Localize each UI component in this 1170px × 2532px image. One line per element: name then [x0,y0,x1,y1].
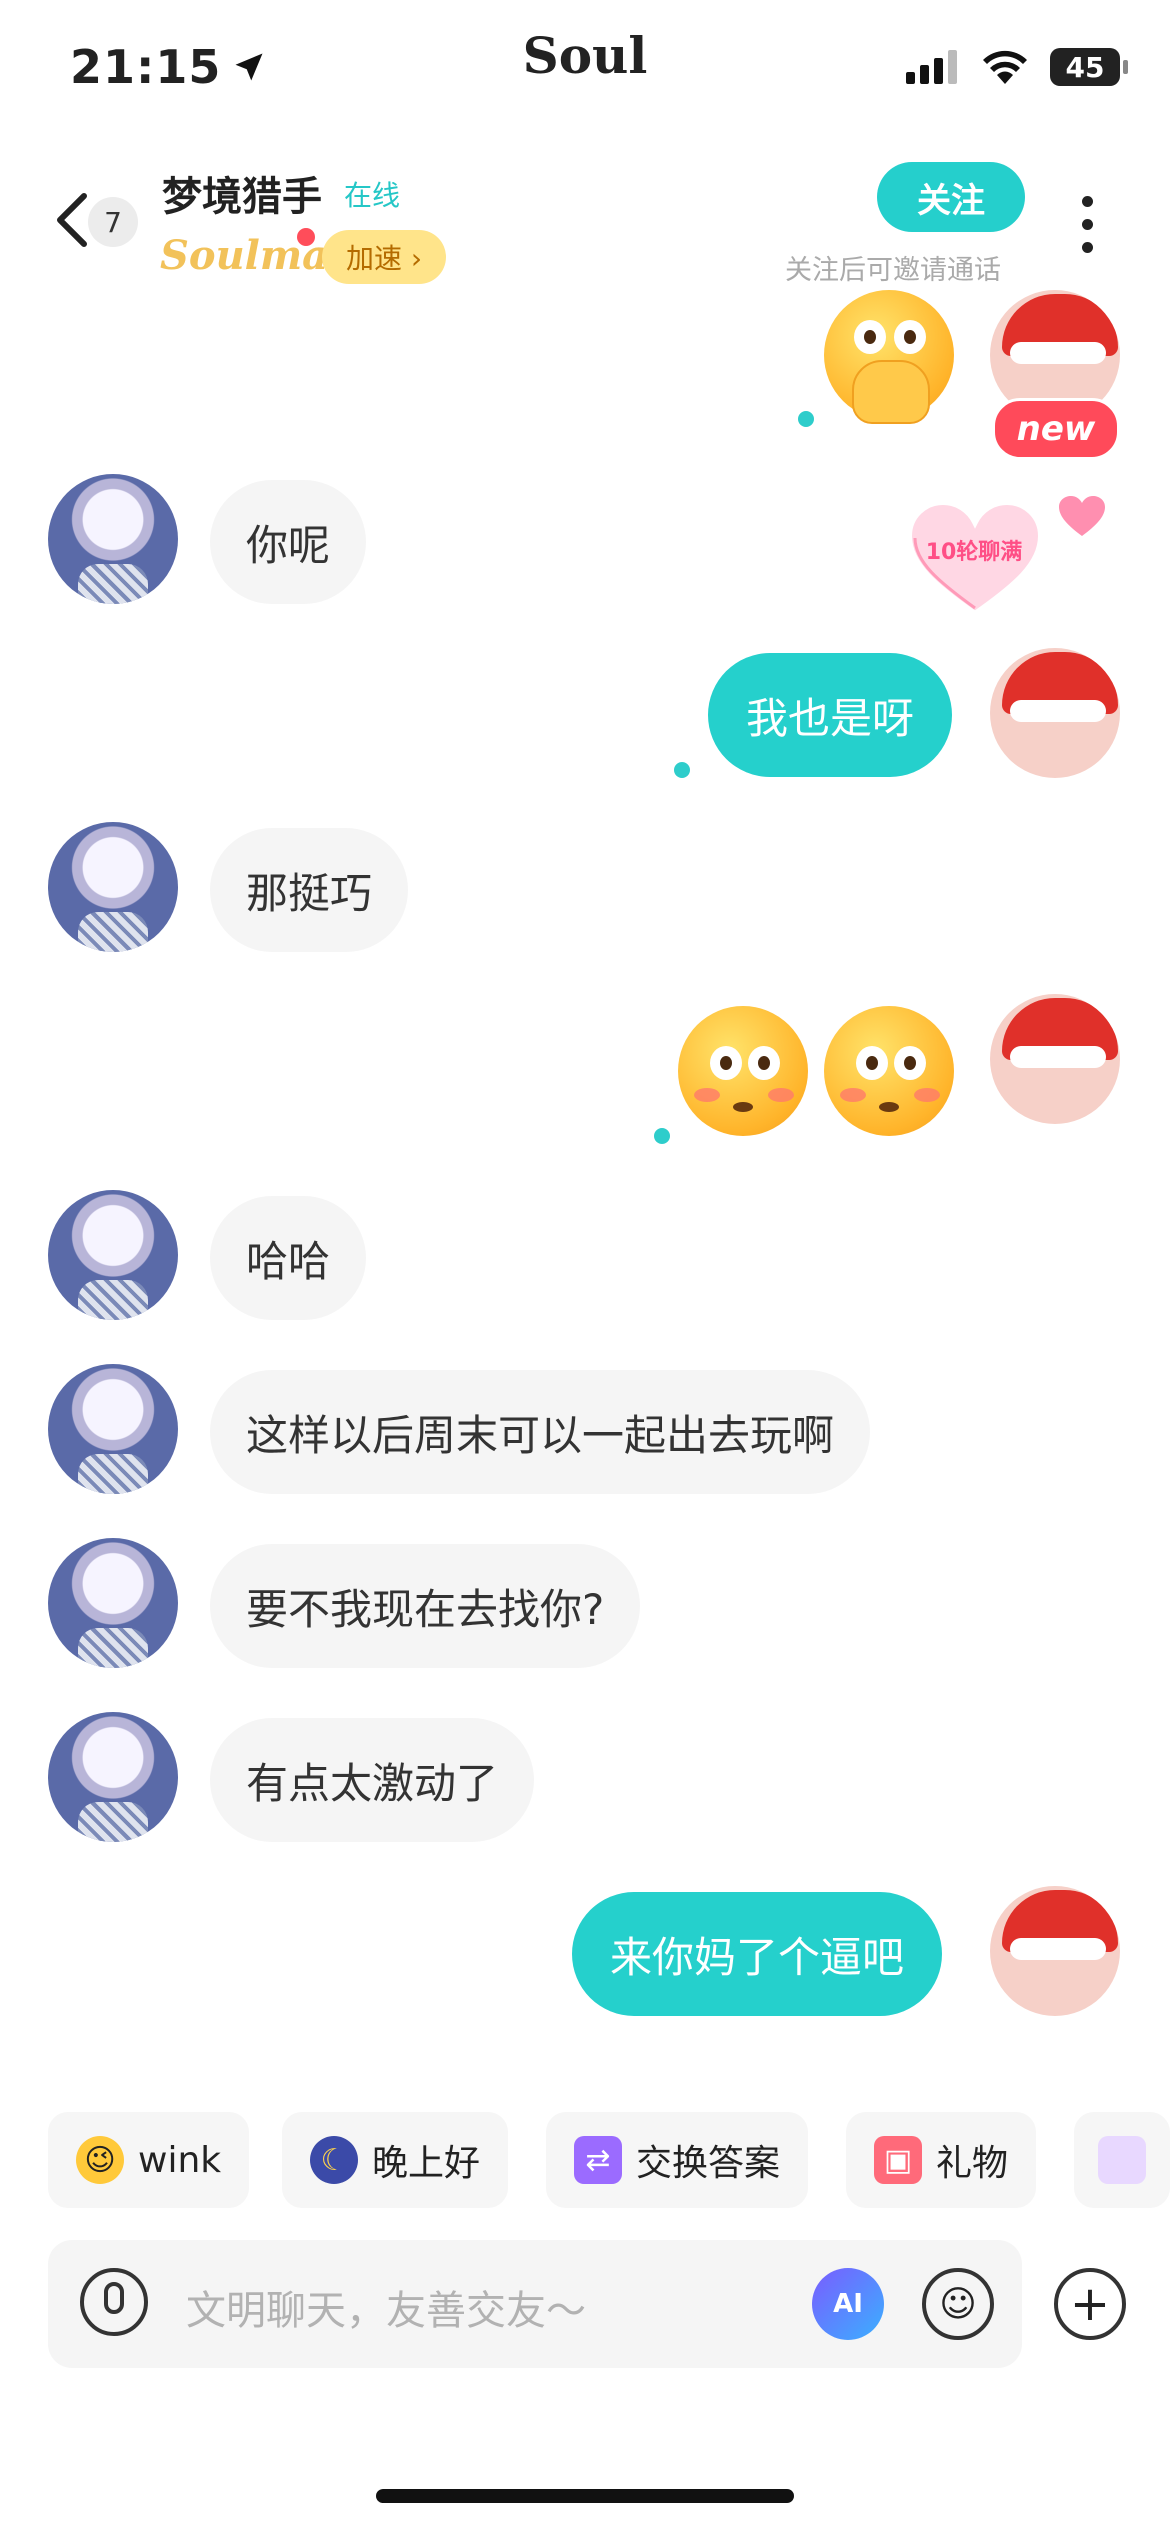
message-bubble-incoming[interactable]: 那挺巧 [210,828,409,952]
wink-emoji-icon: 😉 [76,2136,124,2184]
rounds-label: 10轮聊满 [925,540,1023,565]
flushed-emoji [678,1006,808,1136]
speed-up-button[interactable]: 加速 › [322,230,446,284]
wifi-icon [983,50,1027,84]
self-avatar[interactable] [990,648,1120,778]
home-indicator[interactable] [376,2489,794,2503]
ai-assistant-button[interactable]: AI [812,2268,884,2340]
partner-avatar[interactable] [48,474,178,604]
message-input[interactable]: 文明聊天，友善交友～ [186,2278,586,2336]
message-bubble-incoming[interactable]: 你呢 [210,480,367,604]
quick-chip-exchange-answers[interactable]: ⇄ 交换答案 [546,2112,809,2208]
microphone-icon[interactable] [80,2268,148,2336]
partner-avatar[interactable] [48,822,178,952]
unread-count-badge: 7 [88,197,138,247]
read-dot [674,762,690,778]
notification-dot [297,228,315,246]
follow-tip: 关注后可邀请通话 [785,255,1001,286]
partner-avatar[interactable] [48,1190,178,1320]
partner-avatar[interactable] [48,1538,178,1668]
self-avatar[interactable] [990,1886,1120,2016]
quick-chip-good-evening[interactable]: ☾ 晚上好 [282,2112,509,2208]
quick-chip-gift[interactable]: ▣ 礼物 [846,2112,1037,2208]
status-icons: 45 [906,48,1128,86]
hands-over-mouth-emoji [824,290,954,424]
moon-icon: ☾ [310,2136,358,2184]
partner-avatar[interactable] [48,1364,178,1494]
quick-chip-wink[interactable]: 😉 wink [48,2112,250,2208]
message-bubble-incoming[interactable]: 这样以后周末可以一起出去玩啊 [210,1370,871,1494]
exchange-icon: ⇄ [574,2136,622,2184]
house-icon [1098,2136,1146,2184]
message-bubble-outgoing[interactable]: 来你妈了个逼吧 [572,1892,943,2016]
partner-avatar[interactable] [48,1712,178,1842]
emoji-icon[interactable]: ☺ [922,2268,994,2340]
read-dot [654,1128,670,1144]
follow-button[interactable]: 关注 [877,162,1025,232]
small-heart-icon [1059,496,1105,536]
chat-partner-name[interactable]: 梦境猎手 [162,164,322,222]
self-avatar[interactable] [990,994,1120,1124]
gift-icon: ▣ [874,2136,922,2184]
battery-icon: 45 [1050,48,1128,86]
message-bubble-incoming[interactable]: 哈哈 [210,1196,367,1320]
quick-chip-more[interactable] [1074,2112,1170,2208]
online-status: 在线 [344,179,401,212]
read-dot [798,411,814,427]
back-icon[interactable] [52,190,92,260]
flushed-emoji [824,1006,954,1136]
message-bubble-outgoing[interactable]: 我也是呀 [708,653,953,777]
signal-icon [906,50,957,84]
new-badge: new [992,398,1120,460]
message-bubble-incoming[interactable]: 要不我现在去找你? [210,1544,641,1668]
plus-icon[interactable]: + [1054,2268,1126,2340]
more-options-icon[interactable] [1082,196,1094,253]
message-bubble-incoming[interactable]: 有点太激动了 [210,1718,535,1842]
